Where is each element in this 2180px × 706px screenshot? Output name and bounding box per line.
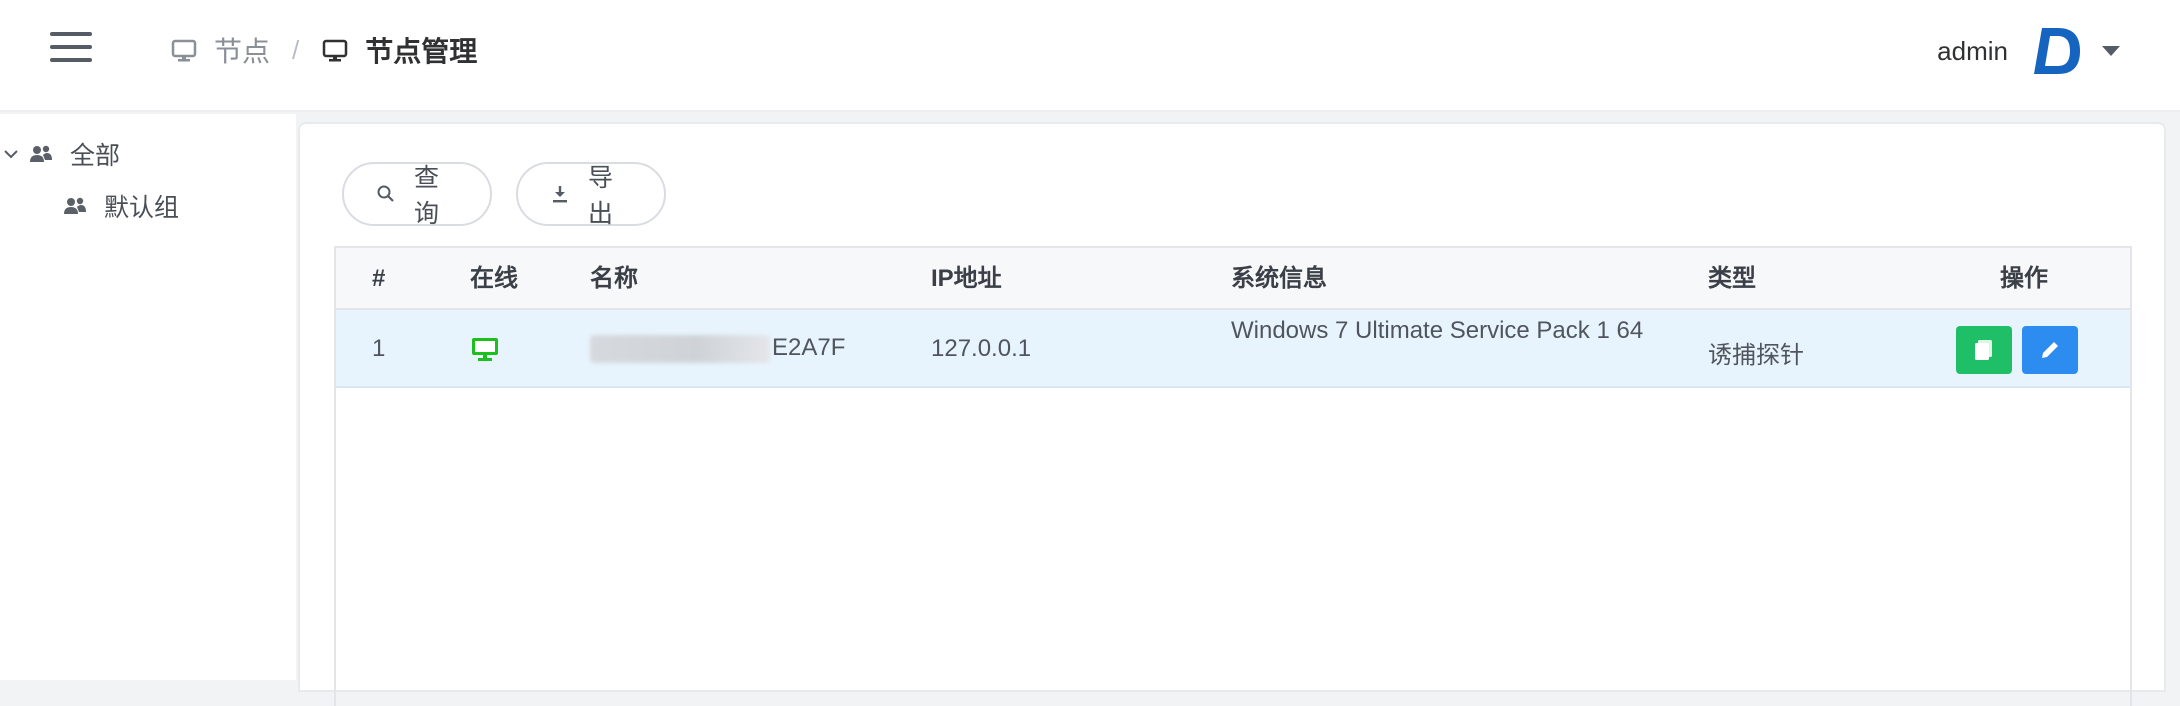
edit-button[interactable] [2022, 326, 2078, 374]
redacted-name [590, 334, 770, 363]
view-details-button[interactable] [1956, 326, 2012, 374]
chevron-down-icon[interactable] [2102, 46, 2120, 56]
top-header: 节点 / 节点管理 admin [0, 0, 2180, 112]
column-header-type: 类型 [1708, 265, 1756, 292]
group-tree-sidebar: 全部 默认组 [0, 114, 296, 680]
row-name-suffix: E2A7F [772, 334, 846, 361]
monitor-icon [170, 36, 198, 64]
query-button[interactable]: 查询 [342, 162, 492, 228]
d-logo-avatar-icon[interactable] [2028, 22, 2086, 80]
tree-node-default-group[interactable]: 默认组 [62, 188, 179, 224]
table-row[interactable]: 1 E2A7F 127.0.0.1 Windows 7 Ultimate Ser… [336, 310, 2130, 388]
monitor-icon [321, 36, 349, 64]
document-icon [1973, 338, 1995, 362]
breadcrumb-item-node[interactable]: 节点 [170, 30, 270, 70]
breadcrumb-label: 节点 [214, 36, 271, 67]
group-icon [28, 143, 54, 165]
user-menu[interactable]: admin [1937, 22, 2120, 80]
column-header-actions: 操作 [2000, 265, 2048, 292]
row-name[interactable]: E2A7F [590, 334, 845, 363]
column-header-ip: IP地址 [931, 265, 1002, 292]
chevron-down-icon[interactable] [2, 145, 20, 163]
table-header: # 在线 名称 IP地址 系统信息 类型 操作 [336, 248, 2130, 310]
breadcrumb-label: 节点管理 [365, 36, 478, 67]
breadcrumb-item-node-management: 节点管理 [321, 30, 477, 70]
group-icon [62, 195, 88, 217]
node-table: # 在线 名称 IP地址 系统信息 类型 操作 1 E2A7F 127.0.0.… [334, 246, 2132, 706]
tree-node-label: 默认组 [104, 194, 180, 222]
column-header-name: 名称 [590, 265, 638, 292]
row-sysinfo: Windows 7 Ultimate Service Pack 1 64 [1231, 317, 1644, 344]
column-header-sysinfo: 系统信息 [1231, 265, 1327, 292]
online-monitor-icon [470, 334, 500, 371]
export-button-label: 导出 [588, 164, 614, 228]
export-button[interactable]: 导出 [516, 162, 666, 228]
tree-node-all[interactable]: 全部 [2, 136, 120, 172]
breadcrumb-separator: / [292, 34, 300, 65]
username: admin [1937, 35, 2008, 66]
menu-toggle-icon[interactable] [50, 32, 92, 62]
pencil-icon [2038, 338, 2062, 362]
column-header-online: 在线 [470, 265, 518, 292]
download-icon [550, 184, 570, 204]
row-ip: 127.0.0.1 [931, 335, 1032, 362]
column-header-index: # [372, 265, 386, 292]
breadcrumb: 节点 / 节点管理 [170, 28, 477, 72]
query-button-label: 查询 [414, 164, 440, 228]
row-type: 诱捕探针 [1708, 342, 1804, 369]
node-list-panel: 查询 导出 # 在线 名称 IP地址 系统信息 类型 操作 1 E2A7F 12… [298, 122, 2166, 706]
tree-node-label: 全部 [70, 142, 121, 170]
search-icon [376, 184, 396, 204]
row-index: 1 [372, 335, 386, 362]
